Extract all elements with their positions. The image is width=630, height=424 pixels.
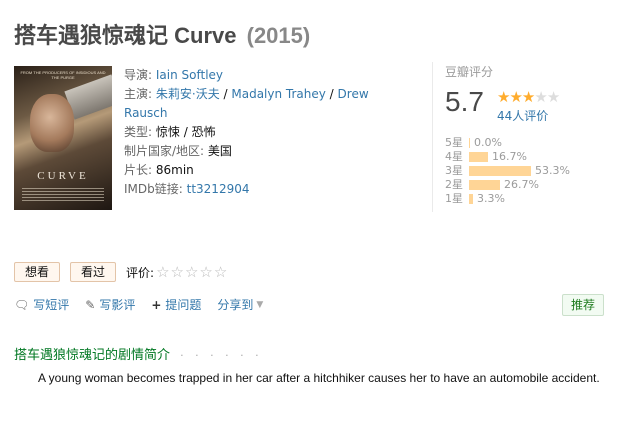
rating-dist-label: 1星 xyxy=(445,192,463,205)
genre-label: 类型: xyxy=(124,125,153,139)
poster-title: CURVE xyxy=(37,170,89,182)
rating-stars: ★★★★★ xyxy=(497,88,560,106)
rating-dist-row: 3星 53.3% xyxy=(445,164,615,178)
rating-distribution: 5星 0.0% 4星 16.7% 3星 53.3% 2星 26.7% 1星 3.3% xyxy=(445,136,615,206)
star-icon: ★ xyxy=(497,88,510,106)
recommend-button[interactable]: 推荐 xyxy=(561,294,604,316)
speech-bubble-icon: 🗨 xyxy=(14,297,30,312)
country-label: 制片国家/地区: xyxy=(124,144,205,158)
rating-dist-label: 3星 xyxy=(445,164,463,177)
rating-score: 5.7 xyxy=(445,86,484,117)
runtime-label: 片长: xyxy=(124,163,153,177)
write-short-review-label: 写短评 xyxy=(33,298,70,312)
synopsis-heading-text: 搭车遇狼惊魂记的剧情简介 xyxy=(14,348,171,363)
imdb-row: IMDb链接: tt3212904 xyxy=(124,180,374,199)
rating-dist-bar xyxy=(469,180,500,190)
synopsis-text: A young woman becomes trapped in her car… xyxy=(38,371,600,385)
director-row: 导演: Iain Softley xyxy=(124,66,374,85)
cast-link-2[interactable]: Madalyn Trahey xyxy=(231,87,325,101)
cast-link-1[interactable]: 朱莉安·沃夫 xyxy=(156,87,220,101)
star-icon: ★ xyxy=(521,88,535,106)
rating-dist-label: 2星 xyxy=(445,178,463,191)
poster-face xyxy=(30,94,74,152)
movie-title-en: Curve xyxy=(174,23,237,48)
genre-row: 类型: 惊悚 / 恐怖 xyxy=(124,125,216,139)
ask-question-label: 提问题 xyxy=(165,298,202,312)
rating-dist-label: 5星 xyxy=(445,136,463,149)
share-label: 分享到 xyxy=(217,298,254,312)
rate-label: 评价: xyxy=(126,265,155,280)
movie-poster[interactable]: FROM THE PRODUCERS OF INSIDIOUS AND THE … xyxy=(14,66,112,210)
rating-panel: 豆瓣评分 5.7 ★★★★★ 44人评价 5星 0.0% 4星 16.7% 3星 53.3… xyxy=(432,62,612,212)
pencil-icon: ✎ xyxy=(85,297,96,312)
cast-label: 主演: xyxy=(124,87,153,101)
rating-dist-bar xyxy=(469,194,473,204)
genre-value-1: 惊悚 xyxy=(155,125,180,139)
imdb-label: IMDb链接: xyxy=(124,182,183,196)
star-icon: ★ xyxy=(534,88,547,106)
country-value: 美国 xyxy=(207,144,232,158)
cast-row: 主演: 朱莉安·沃夫 / Madalyn Trahey / Drew Rausc… xyxy=(124,87,369,120)
rating-dist-row: 2星 26.7% xyxy=(445,178,615,192)
rating-dist-pct: 53.3% xyxy=(535,164,570,177)
write-review-link[interactable]: ✎ 写影评 xyxy=(85,296,135,313)
movie-year: (2015) xyxy=(246,23,311,48)
rating-dist-bar xyxy=(469,138,470,148)
action-links: 🗨 写短评 ✎ 写影评 + 提问题 分享到 ▼ 推荐 xyxy=(14,294,604,316)
rating-people-link[interactable]: 44人评价 xyxy=(497,107,548,124)
watched-button[interactable]: 看过 xyxy=(70,262,117,282)
movie-info: 导演: Iain Softley 主演: 朱莉安·沃夫 / Madalyn Tr… xyxy=(124,66,374,199)
write-review-label: 写影评 xyxy=(99,298,136,312)
rating-dist-pct: 26.7% xyxy=(504,178,539,191)
poster-credits xyxy=(22,188,104,202)
rating-dist-bar xyxy=(469,166,531,176)
director-label: 导演: xyxy=(124,68,153,82)
rating-title: 豆瓣评分 xyxy=(445,65,494,79)
rate-stars-input[interactable]: ☆☆☆☆☆ xyxy=(156,263,228,281)
rating-dist-label: 4星 xyxy=(445,150,463,163)
rating-dist-row: 5星 0.0% xyxy=(445,136,615,150)
share-dropdown[interactable]: 分享到 ▼ xyxy=(217,296,263,313)
want-to-watch-button[interactable]: 想看 xyxy=(14,262,61,282)
poster-tagline: FROM THE PRODUCERS OF INSIDIOUS AND THE … xyxy=(20,70,106,80)
page-title: 搭车遇狼惊魂记 Curve (2015) xyxy=(14,18,310,50)
rating-dist-row: 4星 16.7% xyxy=(445,150,615,164)
rating-dist-pct: 16.7% xyxy=(492,150,527,163)
rating-dist-pct: 0.0% xyxy=(474,136,502,149)
genre-value-2: 恐怖 xyxy=(191,125,216,139)
action-buttons: 想看 看过 评价: ☆☆☆☆☆ xyxy=(14,262,228,282)
runtime-value: 86min xyxy=(155,163,194,177)
synopsis-heading: 搭车遇狼惊魂记的剧情简介 · · · · · · xyxy=(14,344,263,363)
runtime-row: 片长: 86min xyxy=(124,161,374,180)
imdb-link[interactable]: tt3212904 xyxy=(187,182,250,196)
country-row: 制片国家/地区: 美国 xyxy=(124,142,374,161)
caret-down-icon: ▼ xyxy=(256,299,264,310)
director-link[interactable]: Iain Softley xyxy=(156,68,223,82)
star-icon: ★ xyxy=(546,88,560,106)
plus-icon: + xyxy=(151,297,162,312)
movie-title-zh: 搭车遇狼惊魂记 xyxy=(14,23,169,48)
rating-dist-bar xyxy=(469,152,488,162)
write-short-review-link[interactable]: 🗨 写短评 xyxy=(14,296,69,313)
ask-question-link[interactable]: + 提问题 xyxy=(151,296,201,313)
rating-dist-row: 1星 3.3% xyxy=(445,192,615,206)
rating-dist-pct: 3.3% xyxy=(477,192,505,205)
star-icon: ★ xyxy=(509,88,522,106)
synopsis-dots: · · · · · · xyxy=(180,349,263,362)
